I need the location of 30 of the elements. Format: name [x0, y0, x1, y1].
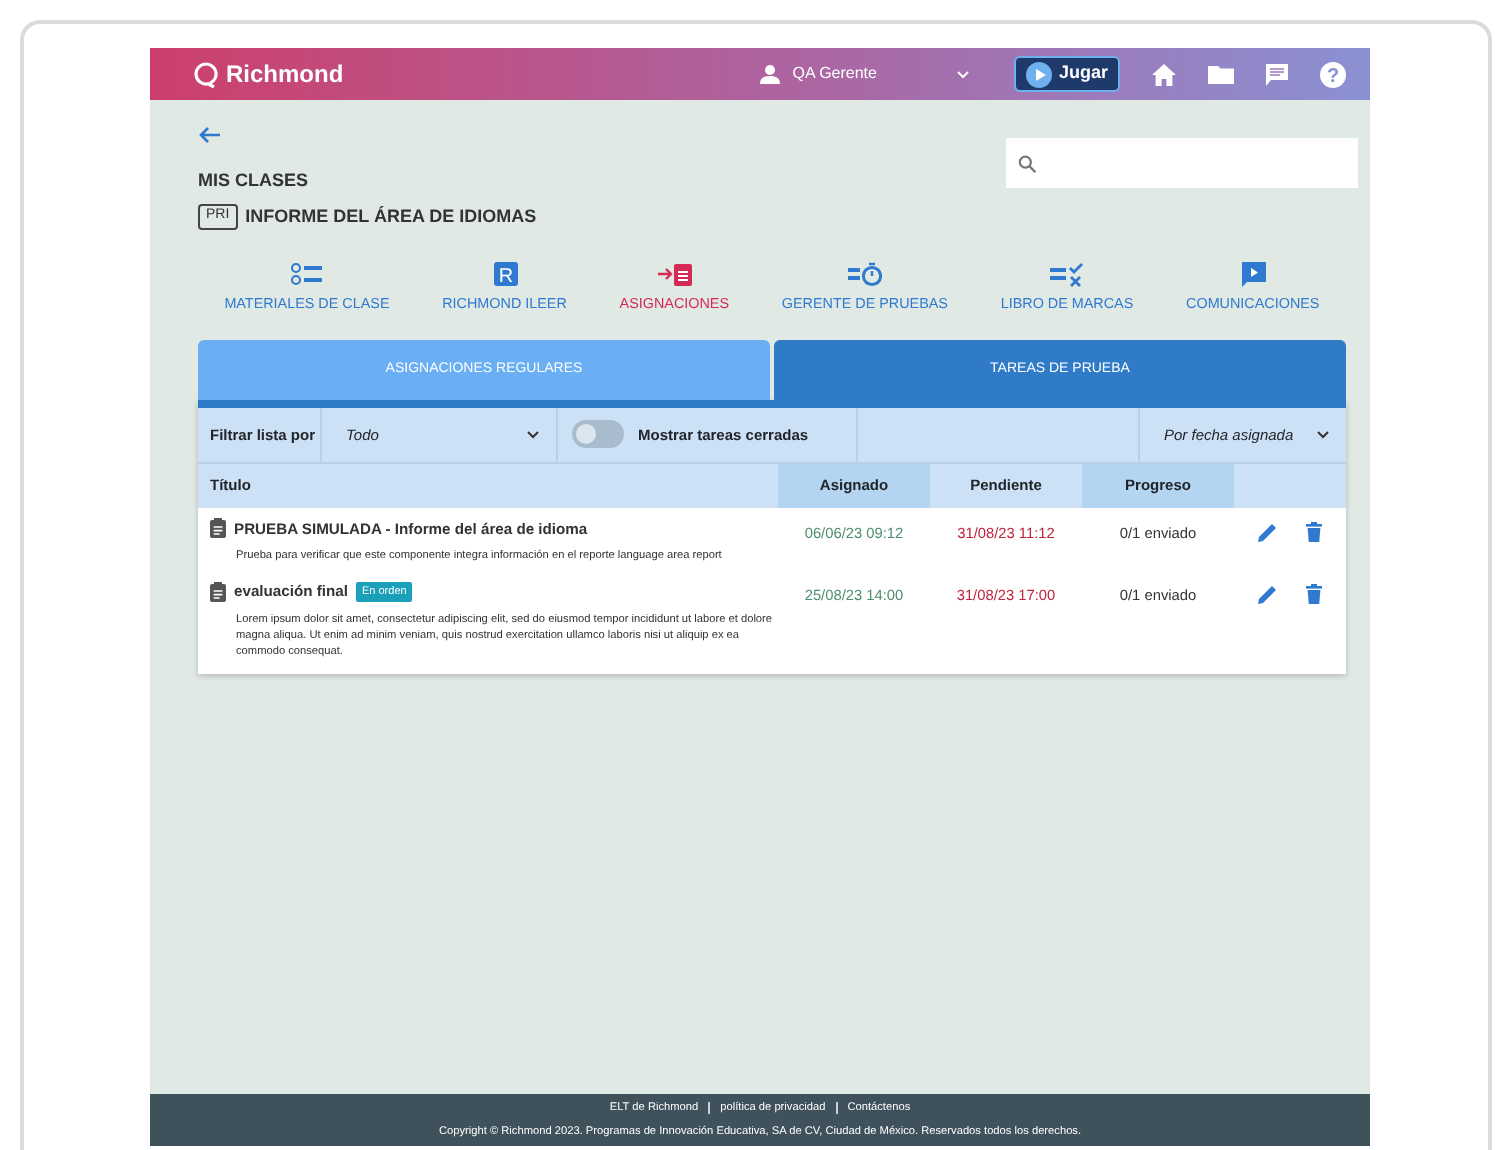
back-arrow-icon[interactable] — [198, 126, 220, 145]
chat-icon[interactable] — [1266, 63, 1288, 85]
clipboard-icon — [210, 581, 226, 602]
chevron-down-icon[interactable] — [956, 69, 971, 79]
logo-icon — [194, 61, 218, 87]
search-field[interactable] — [1006, 138, 1358, 188]
chevron-down-icon — [526, 429, 540, 440]
reader-glyph: R — [498, 266, 513, 288]
page-title[interactable]: MIS CLASES — [198, 168, 537, 195]
user-icon — [760, 64, 781, 84]
list-icon — [289, 262, 324, 288]
user-name[interactable]: QA Gerente — [792, 62, 877, 86]
delete-icon[interactable] — [1306, 521, 1322, 542]
folder-icon[interactable] — [1208, 64, 1234, 84]
home-icon[interactable] — [1152, 63, 1176, 85]
help-icon[interactable]: ? — [1320, 61, 1346, 87]
toggle-switch[interactable] — [572, 420, 624, 449]
timer-icon — [847, 262, 882, 288]
edit-icon[interactable] — [1258, 521, 1278, 542]
edit-icon[interactable] — [1258, 584, 1278, 605]
class-name: INFORME DEL ÁREA DE IDIOMAS — [245, 203, 537, 229]
play-icon — [1026, 61, 1053, 87]
search-icon — [1018, 153, 1037, 173]
play-button[interactable]: Jugar — [1014, 56, 1120, 92]
clipboard-icon — [210, 518, 226, 539]
delete-icon[interactable] — [1306, 584, 1322, 605]
chevron-down-icon — [1316, 429, 1330, 440]
clipboard-arrow-icon — [657, 262, 692, 288]
brand-name[interactable]: Richmond — [226, 56, 344, 92]
checklist-icon — [1050, 262, 1084, 288]
